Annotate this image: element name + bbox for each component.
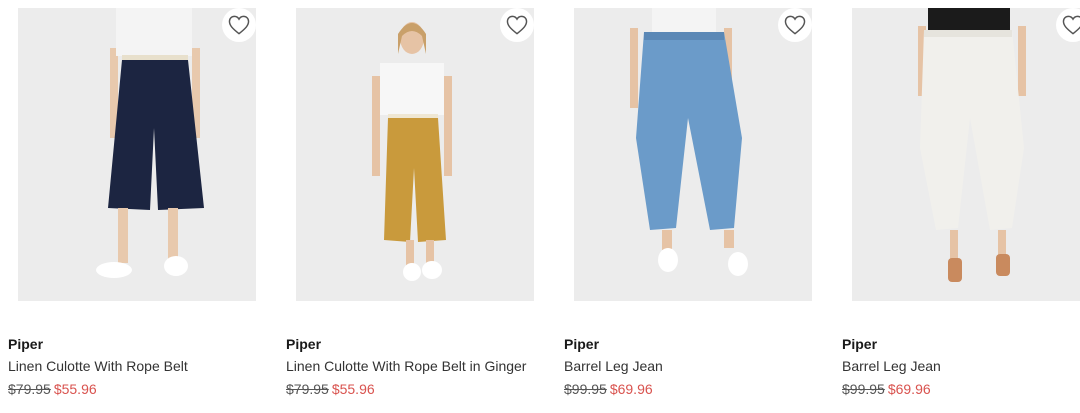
product-image[interactable] [574,8,812,301]
product-grid: Piper Linen Culotte With Rope Belt $79.9… [0,0,1080,413]
wishlist-button[interactable] [500,8,534,42]
product-name[interactable]: Linen Culotte With Rope Belt [8,357,270,375]
product-brand: Piper [8,336,44,352]
product-card[interactable]: Piper Barrel Leg Jean $99.95 $69.96 [842,0,1080,398]
product-photo-illustration [574,8,812,301]
product-photo-illustration [852,8,1080,301]
original-price: $99.95 [564,381,607,397]
original-price: $99.95 [842,381,885,397]
product-card[interactable]: Piper Barrel Leg Jean $99.95 $69.96 [564,0,826,398]
heart-outline-icon [784,15,806,35]
wishlist-button[interactable] [778,8,812,42]
product-price: $79.95 $55.96 [286,380,548,398]
product-image[interactable] [18,8,256,301]
product-brand: Piper [842,336,878,352]
product-name[interactable]: Barrel Leg Jean [564,357,826,375]
sale-price: $69.96 [609,381,653,397]
product-photo-illustration [296,8,534,301]
product-price: $99.95 $69.96 [842,380,1080,398]
product-name[interactable]: Linen Culotte With Rope Belt in Ginger [286,357,548,375]
product-photo-illustration [18,8,256,301]
sale-price: $55.96 [331,381,375,397]
product-price: $99.95 $69.96 [564,380,826,398]
original-price: $79.95 [8,381,51,397]
product-card[interactable]: Piper Linen Culotte With Rope Belt $79.9… [8,0,270,398]
product-brand: Piper [564,336,600,352]
heart-outline-icon [506,15,528,35]
sale-price: $69.96 [887,381,931,397]
product-price: $79.95 $55.96 [8,380,270,398]
sale-price: $55.96 [53,381,97,397]
product-name[interactable]: Barrel Leg Jean [842,357,1080,375]
product-image[interactable] [296,8,534,301]
product-brand: Piper [286,336,322,352]
product-card[interactable]: Piper Linen Culotte With Rope Belt in Gi… [286,0,548,398]
heart-outline-icon [1062,15,1080,35]
product-image[interactable] [852,8,1080,301]
original-price: $79.95 [286,381,329,397]
wishlist-button[interactable] [222,8,256,42]
heart-outline-icon [228,15,250,35]
